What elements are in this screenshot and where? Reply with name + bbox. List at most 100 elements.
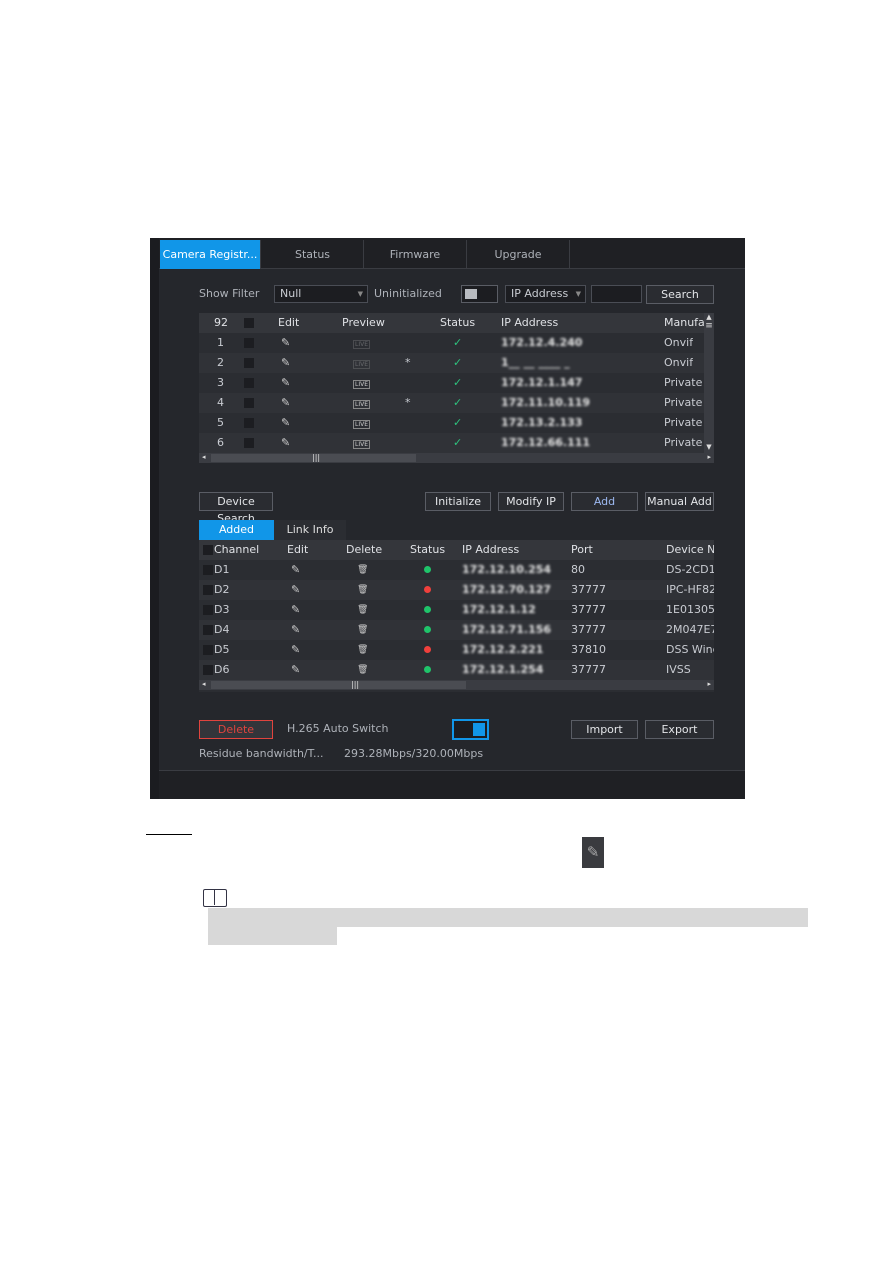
status-check-icon: ✓	[453, 416, 463, 429]
bandwidth-label: Residue bandwidth/T...	[199, 747, 324, 760]
status-dot	[424, 660, 431, 680]
add-button[interactable]: Add	[571, 492, 638, 511]
trash-icon[interactable]: 🗑	[357, 560, 368, 580]
col-edit: Edit	[287, 543, 309, 556]
edit-pencil-icon[interactable]: ✎	[291, 660, 300, 680]
row-checkbox[interactable]	[203, 665, 213, 675]
row-number: 3	[217, 376, 224, 389]
manufacturer: Private	[664, 396, 703, 409]
trash-icon[interactable]: 🗑	[357, 660, 368, 680]
table-header: 92 Edit Preview Status IP Address Manufa	[199, 313, 714, 333]
edit-pencil-icon[interactable]: ✎	[281, 413, 290, 433]
port: 37810	[571, 643, 606, 656]
table-row[interactable]: 2 ✎ LIVE * ✓ 1__ __ ____ _ Onvif	[199, 353, 704, 373]
edit-pencil-icon[interactable]: ✎	[291, 640, 300, 660]
device-search-button[interactable]: Device Search	[199, 492, 273, 525]
note-highlight	[208, 908, 808, 927]
row-checkbox[interactable]	[244, 378, 254, 388]
manual-add-button[interactable]: Manual Add	[645, 492, 714, 511]
search-type-select[interactable]: IP Address ▼	[505, 285, 586, 303]
preview-live-button[interactable]: LIVE	[353, 433, 371, 453]
uninitialized-toggle[interactable]	[461, 285, 498, 303]
scroll-thumb[interactable]	[211, 681, 466, 689]
row-checkbox[interactable]	[244, 338, 254, 348]
ip-address: 172.12.10.254	[462, 563, 552, 576]
channel: D5	[214, 643, 230, 656]
select-all-checkbox[interactable]	[244, 318, 254, 328]
preview-live-button[interactable]: LIVE	[353, 333, 371, 353]
port: 37777	[571, 603, 606, 616]
vertical-scrollbar[interactable]: ▲ ≡ ▼	[704, 313, 714, 453]
preview-live-button[interactable]: LIVE	[353, 373, 371, 393]
show-filter-value: Null	[280, 287, 302, 300]
table-row[interactable]: 1 ✎ LIVE ✓ 172.12.4.240 Onvif	[199, 333, 704, 353]
table-row[interactable]: 6 ✎ LIVE ✓ 172.12.66.111 Private	[199, 433, 704, 453]
table-row[interactable]: D3 ✎ 🗑 172.12.1.12 37777 1E01305I	[199, 600, 714, 620]
col-count: 92	[214, 316, 228, 329]
search-button[interactable]: Search	[646, 285, 714, 304]
camera-registration-screenshot: Camera Registr... Status Firmware Upgrad…	[150, 238, 745, 799]
tab-camera-registration[interactable]: Camera Registr...	[160, 240, 261, 269]
row-checkbox[interactable]	[244, 418, 254, 428]
select-all-checkbox[interactable]	[203, 545, 213, 555]
row-checkbox[interactable]	[203, 605, 213, 615]
edit-pencil-icon[interactable]: ✎	[291, 620, 300, 640]
col-delete: Delete	[346, 543, 383, 556]
tab-firmware[interactable]: Firmware	[364, 240, 467, 269]
table-row[interactable]: 5 ✎ LIVE ✓ 172.13.2.133 Private	[199, 413, 704, 433]
initialize-button[interactable]: Initialize	[425, 492, 491, 511]
row-checkbox[interactable]	[244, 398, 254, 408]
edit-pencil-icon[interactable]: ✎	[281, 333, 290, 353]
import-button[interactable]: Import	[571, 720, 638, 739]
edit-pencil-icon[interactable]: ✎	[291, 600, 300, 620]
preview-live-button[interactable]: LIVE	[353, 413, 371, 433]
preview-live-button[interactable]: LIVE	[353, 393, 371, 413]
tab-upgrade[interactable]: Upgrade	[467, 240, 570, 269]
table-row[interactable]: D1 ✎ 🗑 172.12.10.254 80 DS-2CD1	[199, 560, 714, 580]
channel: D6	[214, 663, 230, 676]
row-checkbox[interactable]	[203, 585, 213, 595]
ip-address: 172.12.70.127	[462, 583, 552, 596]
live-label: LIVE	[353, 360, 371, 369]
status-dot-online	[424, 566, 431, 573]
table-row[interactable]: D6 ✎ 🗑 172.12.1.254 37777 IVSS	[199, 660, 714, 680]
show-filter-label: Show Filter	[199, 287, 260, 300]
show-filter-select[interactable]: Null ▼	[274, 285, 368, 303]
trash-icon[interactable]: 🗑	[357, 620, 368, 640]
tab-link-info[interactable]: Link Info	[274, 520, 346, 540]
tab-status[interactable]: Status	[262, 240, 364, 269]
horizontal-scrollbar[interactable]: ◂ ||| ▸	[199, 453, 714, 463]
export-button[interactable]: Export	[645, 720, 714, 739]
delete-button[interactable]: Delete	[199, 720, 273, 739]
row-checkbox[interactable]	[203, 565, 213, 575]
note-highlight	[208, 927, 337, 945]
edit-pencil-icon[interactable]: ✎	[281, 353, 290, 373]
table-row[interactable]: 3 ✎ LIVE ✓ 172.12.1.147 Private	[199, 373, 704, 393]
preview-live-button[interactable]: LIVE	[353, 353, 371, 373]
edit-pencil-icon[interactable]: ✎	[291, 580, 300, 600]
ip-address: 172.12.1.12	[462, 603, 536, 616]
edit-pencil-icon[interactable]: ✎	[281, 373, 290, 393]
edit-pencil-icon[interactable]: ✎	[281, 393, 290, 413]
row-checkbox[interactable]	[203, 645, 213, 655]
trash-icon[interactable]: 🗑	[357, 600, 368, 620]
h265-toggle[interactable]	[452, 719, 489, 740]
edit-pencil-icon[interactable]: ✎	[291, 560, 300, 580]
horizontal-scrollbar[interactable]: ◂ ||| ▸	[199, 680, 714, 690]
table-row[interactable]: 4 ✎ LIVE * ✓ 172.11.10.119 Private	[199, 393, 704, 413]
row-checkbox[interactable]	[244, 358, 254, 368]
row-checkbox[interactable]	[244, 438, 254, 448]
trash-icon[interactable]: 🗑	[357, 580, 368, 600]
table-row[interactable]: D4 ✎ 🗑 172.12.71.156 37777 2M047E7	[199, 620, 714, 640]
modify-ip-button[interactable]: Modify IP	[498, 492, 564, 511]
trash-icon[interactable]: 🗑	[357, 640, 368, 660]
table-row[interactable]: D5 ✎ 🗑 172.12.2.221 37810 DSS Winc	[199, 640, 714, 660]
table-row[interactable]: D2 ✎ 🗑 172.12.70.127 37777 IPC-HF82	[199, 580, 714, 600]
table-header: Channel Edit Delete Status IP Address Po…	[199, 540, 714, 560]
col-device-name: Device N.	[666, 543, 714, 556]
tab-added-device[interactable]: Added Device	[199, 520, 274, 556]
ip-address: 172.12.4.240	[501, 336, 583, 349]
edit-pencil-icon[interactable]: ✎	[281, 433, 290, 453]
search-input[interactable]	[591, 285, 642, 303]
row-checkbox[interactable]	[203, 625, 213, 635]
